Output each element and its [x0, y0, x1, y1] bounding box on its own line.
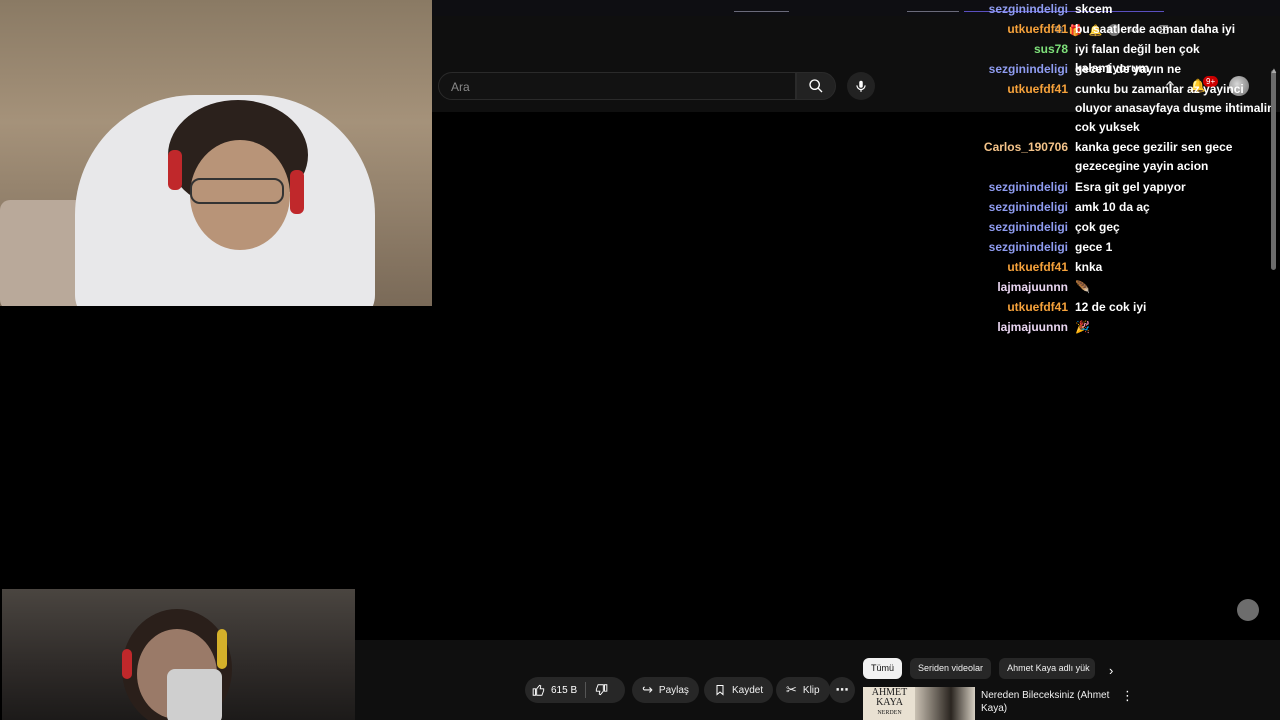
chat-username[interactable]: sezginindeligi — [989, 238, 1068, 257]
thumbs-down-icon — [596, 684, 608, 696]
share-label: Paylaş — [658, 684, 689, 696]
more-actions-button[interactable]: ⋯ — [829, 677, 855, 703]
chat-message-text: 🪶 — [1075, 280, 1090, 294]
chat-message-text: gece 1 de yayın ne — [1075, 62, 1182, 76]
voice-search-button[interactable] — [847, 72, 875, 100]
like-count: 615 B — [551, 684, 578, 696]
search-icon — [809, 79, 823, 93]
chat-username[interactable]: Carlos_190706 — [984, 138, 1068, 157]
chat-message-text: gece 1 — [1075, 240, 1113, 254]
search-bar — [438, 72, 796, 100]
chat-username[interactable]: sus78 — [1034, 40, 1068, 59]
scissors-icon: ✂ — [786, 682, 797, 697]
search-button[interactable] — [796, 72, 836, 100]
clip-button[interactable]: ✂ Klip — [776, 677, 830, 703]
like-button[interactable]: 615 B — [525, 683, 577, 697]
chip-series[interactable]: Seriden videolar — [910, 658, 992, 679]
divider — [734, 11, 789, 12]
divider — [585, 682, 587, 698]
scroll-up-icon[interactable]: ▲ — [1270, 66, 1278, 75]
recommendation-title[interactable]: Nereden Bileceksiniz (Ahmet Kaya) — [981, 689, 1111, 715]
bookmark-icon — [716, 685, 724, 696]
chat-username[interactable]: lajmajuunnn — [997, 278, 1068, 297]
more-horizontal-icon: ⋯ — [835, 682, 849, 697]
chat-username[interactable]: sezginindeligi — [989, 0, 1068, 19]
chat-username[interactable]: lajmajuunnn — [997, 318, 1068, 337]
recommendation-chips: Tümü Seriden videolar Ahmet Kaya adlı yü… — [863, 658, 1096, 679]
share-icon: ↪ — [642, 682, 653, 697]
chat-message-text: knka — [1075, 260, 1103, 274]
search-input[interactable] — [449, 79, 783, 95]
chip-uploader[interactable]: Ahmet Kaya adlı yük — [999, 658, 1096, 679]
chat-message-text: amk 10 da aç — [1075, 200, 1150, 214]
chat-username[interactable]: sezginindeligi — [989, 178, 1068, 197]
divider — [907, 11, 959, 12]
webcam-main — [0, 0, 432, 306]
recommendation-thumbnail[interactable]: AHMET KAYA NERDEN — [863, 687, 975, 720]
share-button[interactable]: ↪ Paylaş — [632, 677, 699, 703]
chip-all[interactable]: Tümü — [863, 658, 903, 679]
chat-message-text: çok geç — [1075, 220, 1120, 234]
thumb-text: NERDEN — [877, 710, 902, 716]
chat-message-text: bu saatlerde acman daha iyi — [1075, 22, 1236, 36]
chat-message-text: kanka gece gezilir sen gece gezecegine y… — [1075, 140, 1233, 173]
microphone-icon — [856, 80, 866, 92]
chat-username[interactable]: sezginindeligi — [989, 218, 1068, 237]
dislike-button[interactable] — [594, 683, 608, 697]
chat-username[interactable]: utkuefdf41 — [1007, 20, 1068, 39]
chat-message-text: 🎉 — [1075, 320, 1090, 334]
like-dislike-group: 615 B — [525, 677, 625, 703]
thumbs-up-icon — [532, 684, 545, 696]
thumb-text: KAYA — [876, 697, 903, 708]
chat-username[interactable]: utkuefdf41 — [1007, 80, 1068, 99]
save-button[interactable]: Kaydet — [704, 677, 774, 703]
chat-message-text: skcem — [1075, 2, 1113, 16]
chat-message-text: Esra git gel yapıyor — [1075, 180, 1186, 194]
save-label: Kaydet — [732, 684, 764, 696]
clip-label: Klip — [802, 684, 820, 696]
chat-scrollbar[interactable] — [1271, 70, 1276, 270]
chat-message-text: cunku bu zamanlar az yayinci oluyor anas… — [1075, 82, 1275, 134]
chat-username[interactable]: sezginindeligi — [989, 60, 1068, 79]
chat-panel: sezginindeligi skcem utkuefdf41 bu saatlerd… — [960, 0, 1276, 340]
webcam-secondary — [2, 589, 355, 720]
channel-watermark — [1237, 599, 1259, 621]
chat-message-text: 12 de cok iyi — [1075, 300, 1147, 314]
chat-username[interactable]: utkuefdf41 — [1007, 298, 1068, 317]
more-vertical-icon[interactable]: ⋮ — [1121, 688, 1134, 704]
chat-username[interactable]: utkuefdf41 — [1007, 258, 1068, 277]
chevron-right-icon[interactable]: › — [1109, 663, 1113, 678]
chat-username[interactable]: sezginindeligi — [989, 198, 1068, 217]
